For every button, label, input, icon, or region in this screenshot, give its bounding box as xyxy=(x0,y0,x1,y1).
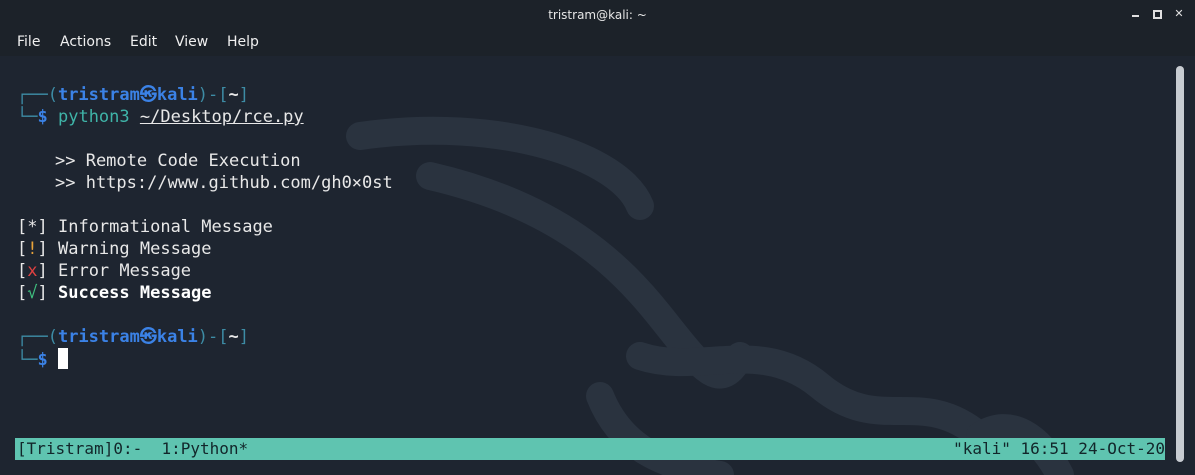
info-mark: * xyxy=(27,217,38,237)
prompt-frame: )-[ xyxy=(197,85,229,105)
title-bar[interactable]: tristram@kali: ~ ✕ xyxy=(0,0,1195,30)
banner-line-1: >> Remote Code Execution xyxy=(55,151,301,171)
prompt-frame: └─ xyxy=(17,107,38,127)
scrollbar-thumb[interactable] xyxy=(1176,66,1184,462)
vertical-scrollbar[interactable] xyxy=(1176,66,1184,462)
menu-bar: File Actions Edit View Help xyxy=(0,30,1195,56)
prompt-frame: └─ xyxy=(17,350,38,370)
message-text: Error Message xyxy=(57,261,192,281)
menu-view[interactable]: View xyxy=(175,34,208,50)
success-mark: √ xyxy=(27,283,38,303)
message-info: [*] Informational Message xyxy=(17,217,273,237)
message-error: [x] Error Message xyxy=(17,261,192,281)
prompt-dollar: $ xyxy=(37,350,48,370)
close-icon[interactable]: ✕ xyxy=(1172,6,1186,22)
menu-file[interactable]: File xyxy=(17,34,40,50)
prompt-host: kali xyxy=(156,85,198,105)
prompt-host: kali xyxy=(156,327,198,347)
prompt-line-2: ┌──(tristram㉿kali)-[~] xyxy=(17,326,249,348)
prompt-frame: ┌──( xyxy=(17,85,58,105)
prompt-cwd: ~ xyxy=(228,85,239,105)
prompt-frame: )-[ xyxy=(197,327,229,347)
command-line-2[interactable]: └─$ xyxy=(17,348,68,370)
text-cursor xyxy=(57,348,68,369)
tmux-status-bar: [Tristram]0:- 1:Python* "kali" 16:51 24-… xyxy=(15,438,1165,460)
prompt-frame: ┌──( xyxy=(17,327,58,347)
command-program: python3 xyxy=(57,107,130,127)
prompt-user: tristram xyxy=(57,85,140,105)
message-success: [√] Success Message xyxy=(17,283,212,303)
terminal-output[interactable]: ┌──(tristram㉿kali)-[~] └─$ python3 ~/Des… xyxy=(0,56,1195,475)
command-argument: ~/Desktop/rce.py xyxy=(139,107,304,127)
error-mark: x xyxy=(27,261,38,281)
window-title: tristram@kali: ~ xyxy=(548,8,647,22)
message-text: Success Message xyxy=(57,283,212,303)
prompt-at: ㉿ xyxy=(139,85,157,105)
status-host-time: "kali" 16:51 24-Oct-20 xyxy=(953,439,1165,458)
warning-mark: ! xyxy=(27,239,38,259)
maximize-icon[interactable] xyxy=(1150,6,1164,22)
minimize-icon[interactable] xyxy=(1128,6,1142,22)
terminal-window: tristram@kali: ~ ✕ File Actions Edit Vie… xyxy=(0,0,1195,475)
prompt-frame: ] xyxy=(238,327,250,347)
prompt-frame: ] xyxy=(238,85,250,105)
menu-actions[interactable]: Actions xyxy=(60,34,111,50)
prompt-dollar: $ xyxy=(37,107,48,127)
menu-help[interactable]: Help xyxy=(227,34,259,50)
prompt-cwd: ~ xyxy=(228,327,239,347)
banner-line-2: >> https://www.github.com/gh0×0st xyxy=(55,173,393,193)
prompt-user: tristram xyxy=(57,327,140,347)
prompt-at: ㉿ xyxy=(139,327,157,347)
command-line-1: └─$ python3 ~/Desktop/rce.py xyxy=(17,106,304,128)
status-sessions: [Tristram]0:- 1:Python* xyxy=(17,439,249,458)
message-text: Informational Message xyxy=(57,217,273,237)
menu-edit[interactable]: Edit xyxy=(130,34,157,50)
message-text: Warning Message xyxy=(57,239,212,259)
message-warning: [!] Warning Message xyxy=(17,239,212,259)
prompt-line-1: ┌──(tristram㉿kali)-[~] xyxy=(17,84,249,106)
